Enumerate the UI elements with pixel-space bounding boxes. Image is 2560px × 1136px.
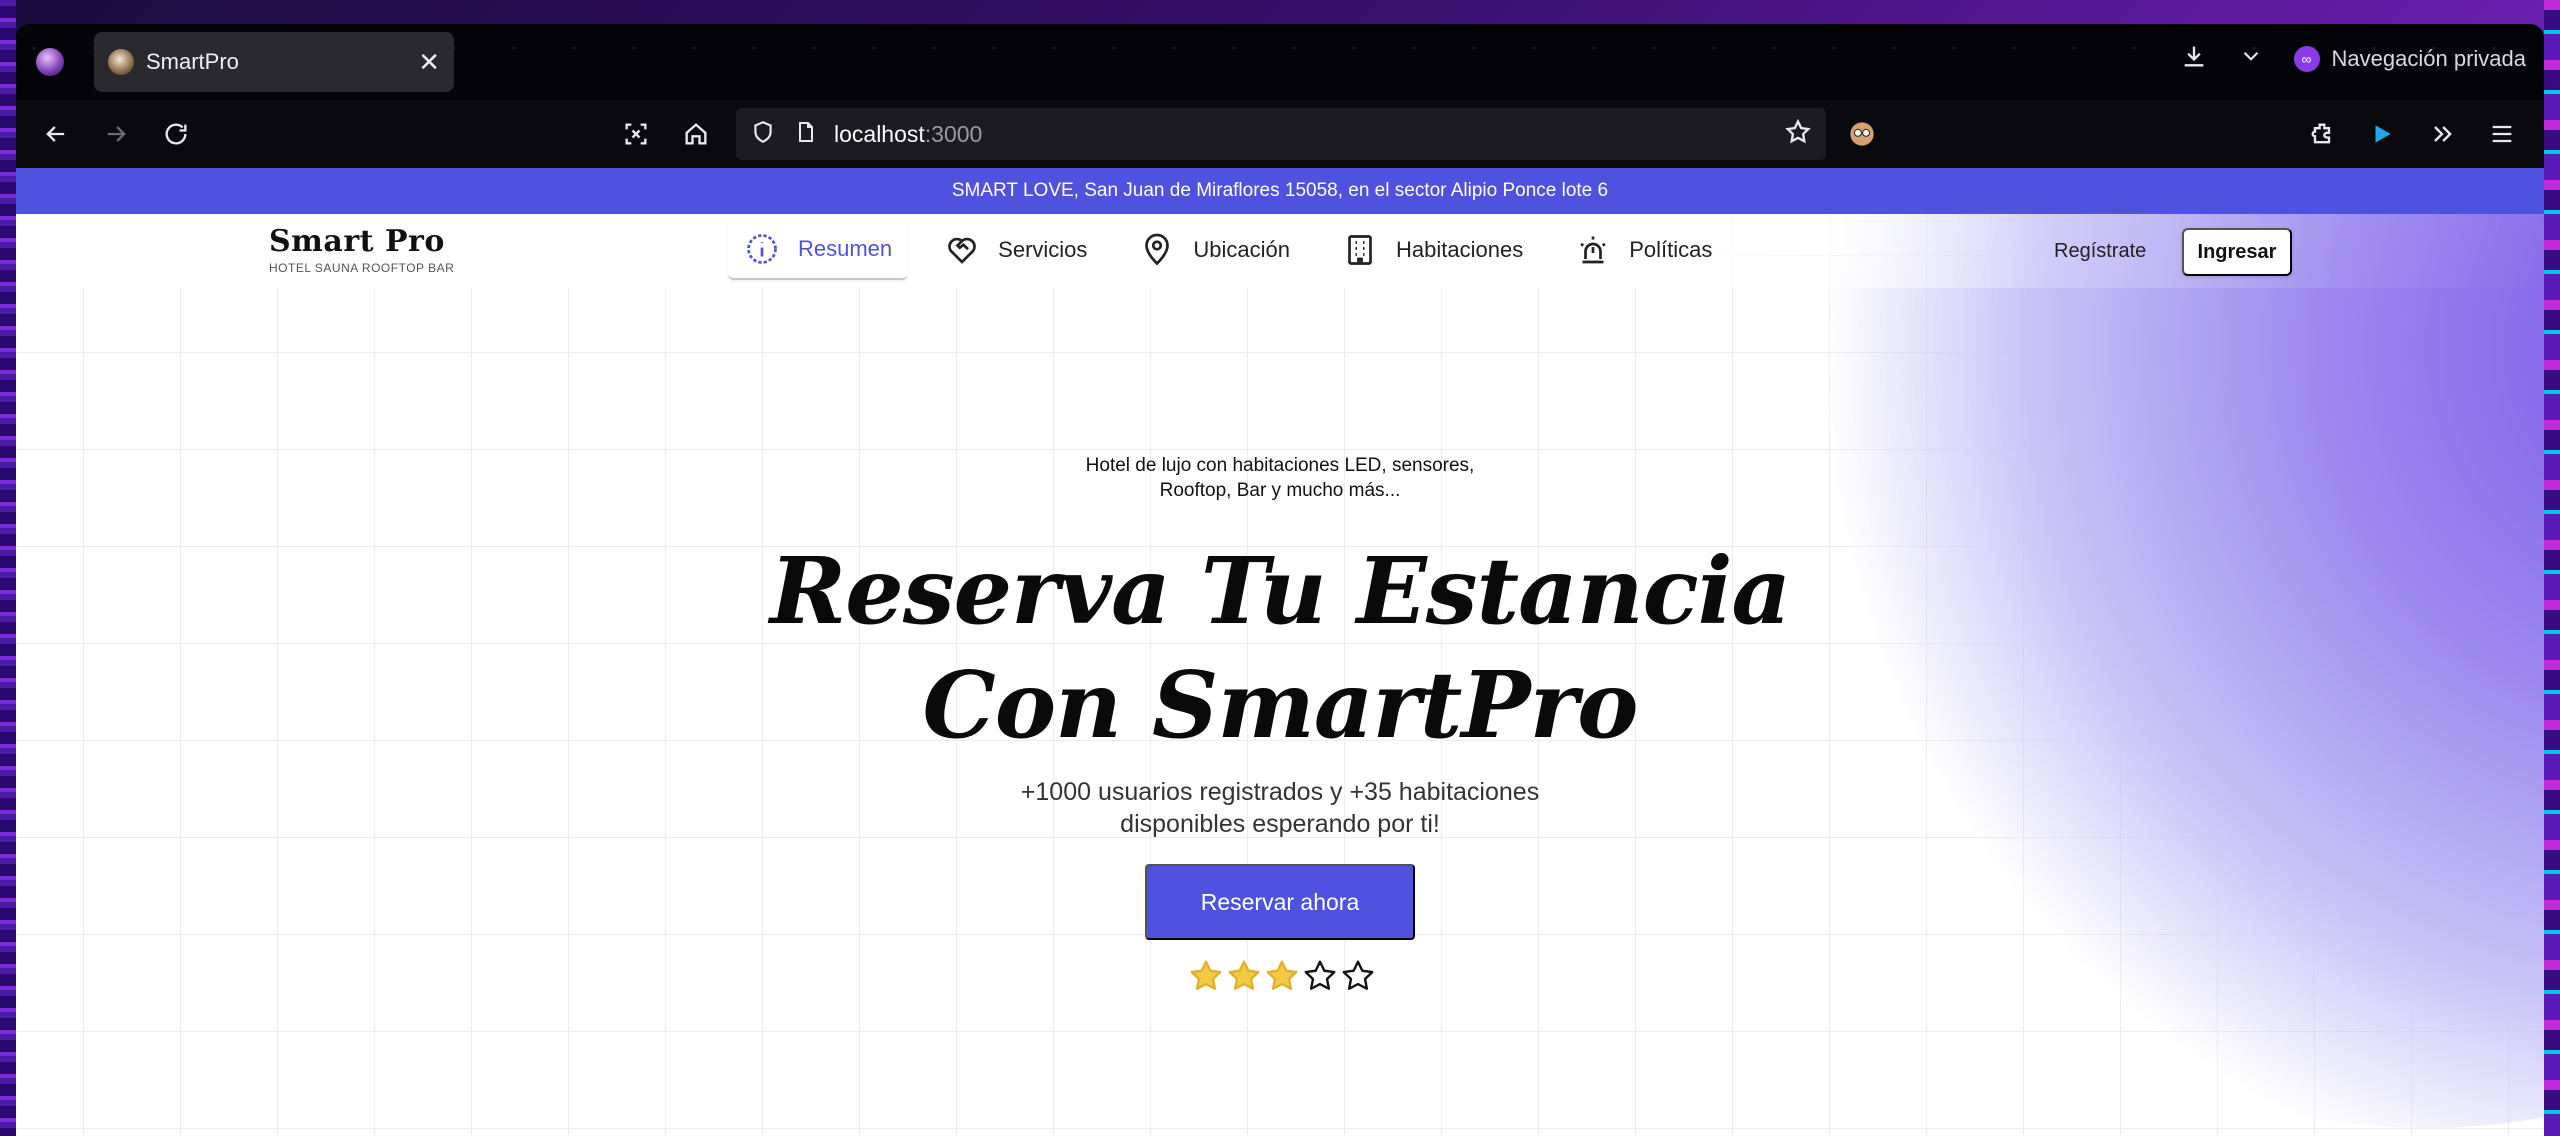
url-text[interactable]: localhost:3000	[834, 121, 982, 148]
back-icon[interactable]	[40, 118, 72, 150]
star-filled-icon	[1190, 960, 1222, 990]
logo-subtitle: HOTEL SAUNA ROOFTOP BAR	[269, 261, 455, 275]
nav-label: Políticas	[1629, 237, 1713, 262]
heart-handshake-icon	[948, 237, 977, 264]
web-page: SMART LOVE, San Juan de Miraflores 15058…	[16, 168, 2544, 1136]
private-browsing-indicator: ∞ Navegación privada	[2293, 45, 2526, 72]
announcement-text: SMART LOVE, San Juan de Miraflores 15058…	[951, 180, 1609, 201]
screenshot-icon[interactable]	[620, 118, 652, 150]
announcement-bar: SMART LOVE, San Juan de Miraflores 15058…	[16, 168, 2544, 214]
main-nav: Resumen Servicios Ubicación Habitaciones…	[728, 220, 1748, 280]
private-browsing-label: Navegación privada	[2331, 45, 2526, 71]
nav-item-ubicacion[interactable]: Ubicación	[1123, 220, 1306, 280]
tab-bar: SmartPro ✕ ∞ Navegación privada	[16, 24, 2544, 100]
navigation-toolbar: localhost:3000	[16, 100, 2544, 168]
hero-subtitle-line1: +1000 usuarios registrados y +35 habitac…	[1020, 778, 1540, 806]
star-filled-icon	[1228, 960, 1260, 990]
reserve-now-button[interactable]: Reservar ahora	[1145, 864, 1415, 940]
nav-item-servicios[interactable]: Servicios	[928, 220, 1103, 280]
star-empty-icon	[1304, 960, 1336, 990]
play-extension-icon[interactable]	[2366, 118, 2398, 150]
url-host: localhost	[834, 120, 925, 147]
hero-title: Reserva Tu Estancia Con SmartPro	[716, 534, 1844, 762]
logo-title: Smart Pro	[269, 224, 445, 259]
hero-tagline-line1: Hotel de lujo con habitaciones LED, sens…	[1085, 455, 1475, 476]
star-empty-icon	[1342, 960, 1374, 990]
nav-item-resumen[interactable]: Resumen	[728, 220, 909, 280]
reload-icon[interactable]	[160, 118, 192, 150]
alarm-light-icon	[1580, 236, 1606, 264]
hero-tagline: Hotel de lujo con habitaciones LED, sens…	[1016, 453, 1544, 503]
chevron-down-icon[interactable]	[2238, 43, 2264, 74]
tabbar-actions: ∞ Navegación privada	[2180, 42, 2526, 75]
profile-avatar[interactable]	[36, 48, 64, 76]
browser-tab[interactable]: SmartPro ✕	[94, 32, 454, 92]
star-filled-icon	[1266, 960, 1298, 990]
nav-item-politicas[interactable]: Políticas	[1559, 220, 1728, 280]
url-port: :3000	[924, 120, 983, 147]
home-icon[interactable]	[680, 118, 712, 150]
extensions-puzzle-icon[interactable]	[2306, 118, 2338, 150]
nav-label: Servicios	[998, 237, 1088, 262]
hero-title-line1: Reserva Tu Estancia	[769, 537, 1791, 645]
tab-title: SmartPro	[146, 49, 239, 74]
info-icon	[747, 234, 777, 264]
desktop-wallpaper-left	[0, 0, 16, 1136]
browser-window: SmartPro ✕ ∞ Navegación privada localhos…	[16, 24, 2544, 1136]
register-link[interactable]: Regístrate	[2054, 240, 2146, 263]
nav-label: Resumen	[798, 236, 893, 261]
desktop-wallpaper-right	[2544, 0, 2560, 1136]
shield-icon[interactable]	[750, 119, 776, 150]
extension-avatar-icon[interactable]	[1846, 118, 1878, 150]
forward-icon[interactable]	[100, 118, 132, 150]
nav-item-habitaciones[interactable]: Habitaciones	[1326, 220, 1539, 280]
login-button[interactable]: Ingresar	[2182, 228, 2292, 276]
address-bar[interactable]: localhost:3000	[736, 108, 1826, 160]
hero-tagline-line2: Rooftop, Bar y mucho más...	[1159, 480, 1401, 501]
rating-stars	[1188, 958, 1376, 994]
overflow-chevrons-icon[interactable]	[2426, 118, 2458, 150]
tab-favicon-icon	[108, 49, 134, 75]
nav-label: Ubicación	[1193, 237, 1291, 262]
download-icon[interactable]	[2180, 42, 2208, 75]
hero-subtitle: +1000 usuarios registrados y +35 habitac…	[916, 776, 1644, 840]
page-info-icon[interactable]	[794, 120, 818, 149]
bookmark-star-icon[interactable]	[1784, 118, 1812, 151]
private-mask-icon: ∞	[2293, 45, 2320, 72]
site-header: Smart Pro HOTEL SAUNA ROOFTOP BAR Resume…	[16, 214, 2544, 288]
site-logo[interactable]: Smart Pro HOTEL SAUNA ROOFTOP BAR	[269, 224, 454, 275]
hamburger-menu-icon[interactable]	[2486, 118, 2518, 150]
map-pin-icon	[1145, 233, 1170, 266]
close-icon[interactable]: ✕	[418, 49, 440, 75]
building-icon	[1348, 235, 1372, 265]
hero-title-line2: Con SmartPro	[922, 651, 1639, 759]
nav-label: Habitaciones	[1396, 237, 1524, 262]
hero-subtitle-line2: disponibles esperando por ti!	[1120, 810, 1440, 838]
